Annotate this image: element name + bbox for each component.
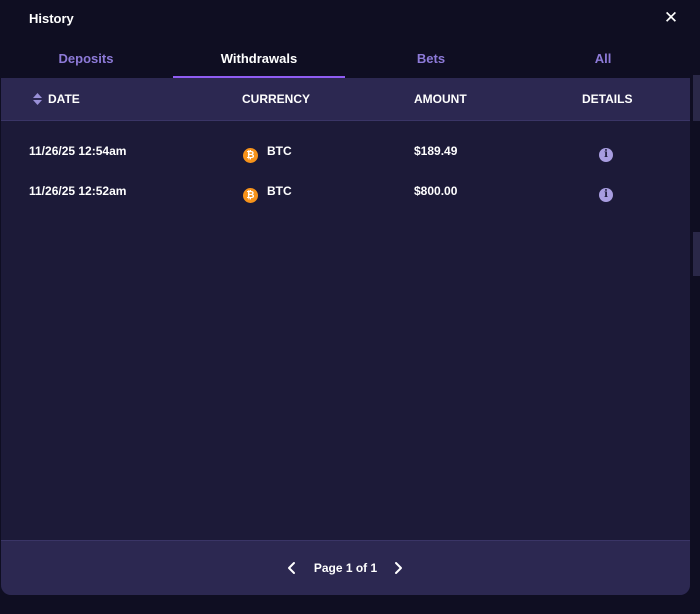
column-header-details: DETAILS <box>582 92 633 106</box>
bitcoin-icon: ₿ <box>243 148 258 163</box>
row-currency: ₿ BTC <box>243 131 292 171</box>
info-icon[interactable]: i <box>599 188 613 202</box>
column-header-date[interactable]: DATE <box>33 78 80 120</box>
tab-deposits[interactable]: Deposits <box>0 40 172 78</box>
page-indicator: Page 1 of 1 <box>313 561 378 575</box>
tab-bets[interactable]: Bets <box>345 40 517 78</box>
row-details: i <box>599 131 613 171</box>
info-icon[interactable]: i <box>599 148 613 162</box>
row-amount: $800.00 <box>414 184 458 198</box>
tab-all[interactable]: All <box>517 40 689 78</box>
tab-withdrawals[interactable]: Withdrawals <box>173 40 345 78</box>
row-details: i <box>599 171 613 211</box>
modal-header: History ✕ <box>0 0 700 38</box>
history-tabs: Deposits Withdrawals Bets All <box>0 40 690 78</box>
history-table-panel: DATE CURRENCY AMOUNT DETAILS 11/26/25 12… <box>1 78 690 595</box>
row-amount: $189.49 <box>414 144 458 158</box>
background-edge <box>693 75 700 121</box>
row-date: 11/26/25 12:52am <box>29 184 127 198</box>
background-edge <box>693 232 700 276</box>
row-date: 11/26/25 12:54am <box>29 144 127 158</box>
table-header: DATE CURRENCY AMOUNT DETAILS <box>1 78 690 121</box>
close-icon[interactable]: ✕ <box>662 8 680 28</box>
sort-icon <box>33 93 42 105</box>
row-currency-label: BTC <box>267 144 292 158</box>
chevron-right-icon[interactable] <box>388 558 408 578</box>
column-header-currency: CURRENCY <box>242 92 311 106</box>
table-row: 11/26/25 12:54am ₿ BTC $189.49 i <box>1 131 690 171</box>
history-modal: History ✕ Deposits Withdrawals Bets All … <box>0 0 700 614</box>
row-currency: ₿ BTC <box>243 171 292 211</box>
column-header-amount: AMOUNT <box>414 92 467 106</box>
pagination-bar: Page 1 of 1 <box>1 540 690 595</box>
row-currency-label: BTC <box>267 184 292 198</box>
table-row: 11/26/25 12:52am ₿ BTC $800.00 i <box>1 171 690 211</box>
modal-title: History <box>29 11 74 26</box>
column-header-date-label: DATE <box>48 92 80 106</box>
bitcoin-icon: ₿ <box>243 188 258 203</box>
